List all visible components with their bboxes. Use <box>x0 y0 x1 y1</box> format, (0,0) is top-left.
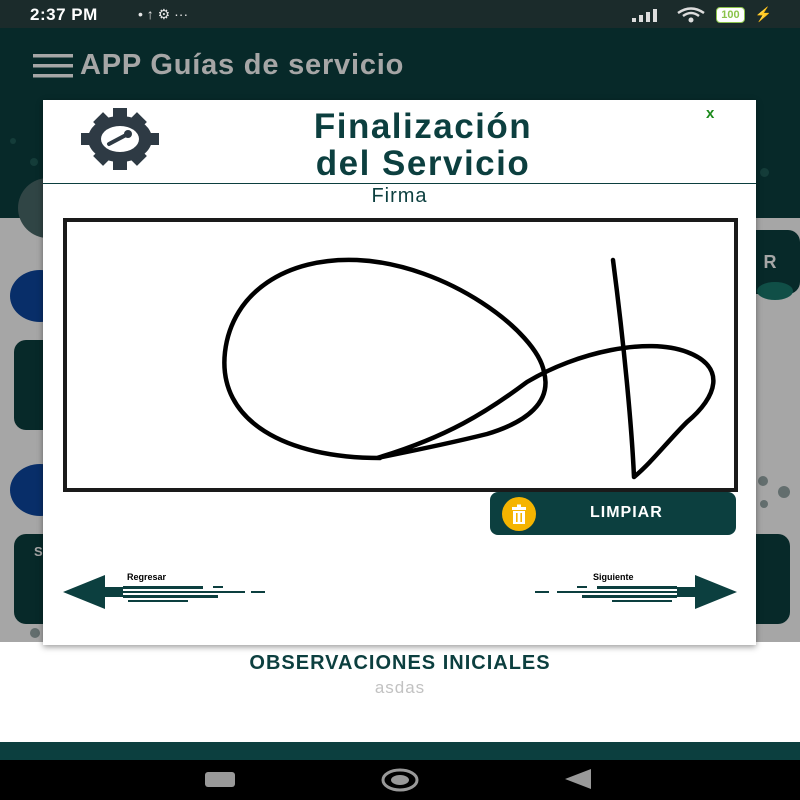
battery-indicator: 100 <box>716 6 745 23</box>
notification-icons: • ↑ ⚙ ··· <box>138 6 189 22</box>
home-button[interactable] <box>380 768 420 792</box>
back-button-label: Regresar <box>127 572 167 582</box>
signal-icon <box>632 8 658 22</box>
next-button[interactable]: Siguiente <box>531 572 737 612</box>
system-nav-bar <box>0 760 800 800</box>
gear-wrench-icon <box>81 108 159 170</box>
back-nav-button[interactable] <box>563 769 593 789</box>
observations-value: asdas <box>374 678 426 697</box>
bottom-band <box>0 742 800 760</box>
left-arrow-icon <box>63 575 265 609</box>
clear-button-label: LIMPIAR <box>590 504 663 521</box>
status-time: 2:37 PM <box>30 5 98 24</box>
status-bar: 2:37 PM • ↑ ⚙ ··· 100 ⚡ <box>0 0 800 28</box>
trash-icon <box>502 497 536 531</box>
finalization-modal: Finalización del Servicio x Firma LIMPIA… <box>43 100 756 645</box>
modal-title-line1: Finalización <box>313 107 533 146</box>
observations-title: OBSERVACIONES INICIALES <box>249 652 551 674</box>
close-button[interactable]: x <box>706 105 714 122</box>
clear-signature-button[interactable]: LIMPIAR <box>490 492 736 535</box>
modal-title: Finalización del Servicio <box>213 108 633 182</box>
modal-title-line2: del Servicio <box>315 144 531 183</box>
title-divider <box>43 183 756 184</box>
right-arrow-icon <box>535 575 737 609</box>
charging-icon: ⚡ <box>754 6 772 22</box>
recents-button[interactable] <box>205 772 235 787</box>
status-right-icons: 100 ⚡ <box>632 6 772 23</box>
wifi-icon <box>677 6 705 22</box>
signature-label: Firma <box>371 185 428 207</box>
signature-stroke <box>222 257 716 480</box>
signature-pad[interactable] <box>63 218 738 492</box>
next-button-label: Siguiente <box>593 572 634 582</box>
back-button[interactable]: Regresar <box>63 572 273 612</box>
